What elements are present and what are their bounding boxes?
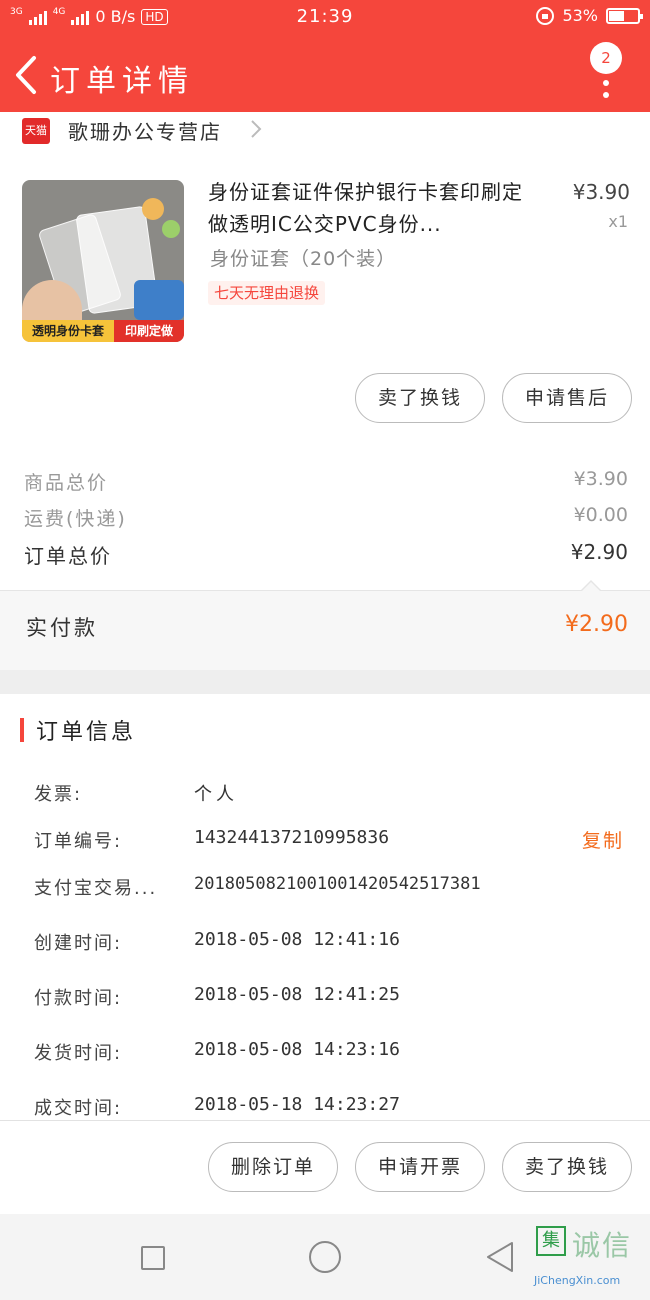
more-dot-icon bbox=[603, 80, 609, 86]
invoice-value: 个人 bbox=[194, 784, 238, 805]
alipay-trade-value: 2018050821001001420542517381 bbox=[194, 874, 481, 894]
after-sale-button[interactable]: 申请售后 bbox=[502, 373, 632, 423]
page-title: 订单详情 bbox=[50, 64, 194, 99]
created-time-label: 创建时间: bbox=[34, 933, 123, 954]
copy-order-number-button[interactable]: 复制 bbox=[582, 826, 624, 853]
completed-time-label: 成交时间: bbox=[34, 1098, 123, 1119]
product-image-band-right: 印刷定做 bbox=[114, 320, 184, 342]
paid-value: ¥2.90 bbox=[565, 612, 628, 637]
more-menu-button[interactable]: 2 bbox=[588, 42, 624, 102]
top-bar: 3G 4G 0 B/s HD 21:39 53% 订单详情 2 bbox=[0, 0, 650, 118]
chevron-right-icon bbox=[251, 120, 262, 138]
order-info-title: 订单信息 bbox=[36, 720, 137, 745]
back-arrow-icon[interactable] bbox=[12, 54, 42, 96]
shipped-time-label: 发货时间: bbox=[34, 1043, 123, 1064]
more-dot-icon bbox=[603, 92, 609, 98]
paid-time-label: 付款时间: bbox=[34, 988, 123, 1009]
battery-fill bbox=[609, 10, 624, 21]
product-price: ¥3.90 bbox=[572, 180, 630, 204]
request-invoice-button[interactable]: 申请开票 bbox=[355, 1142, 485, 1192]
section-accent-bar bbox=[20, 718, 24, 742]
store-row[interactable]: 天猫 歌珊办公专营店 bbox=[0, 112, 650, 148]
paid-time-value: 2018-05-08 12:41:25 bbox=[194, 984, 400, 1005]
home-icon[interactable] bbox=[309, 1241, 341, 1273]
sell-item-button[interactable]: 卖了换钱 bbox=[355, 373, 485, 423]
system-nav-bar: 集 诚信 JiChengXin.com bbox=[0, 1214, 650, 1300]
battery-percent: 53% bbox=[562, 6, 598, 25]
product-sku: 身份证套（20个装） bbox=[210, 248, 397, 270]
product-image-ball bbox=[162, 220, 180, 238]
section-divider bbox=[0, 670, 650, 694]
product-quantity: x1 bbox=[608, 212, 628, 231]
order-total-label: 订单总价 bbox=[24, 544, 112, 568]
status-right: 53% bbox=[536, 6, 643, 25]
goods-total-value: ¥3.90 bbox=[573, 468, 628, 490]
message-badge: 2 bbox=[590, 42, 622, 74]
paid-notch-inner bbox=[581, 582, 601, 592]
sell-order-button[interactable]: 卖了换钱 bbox=[502, 1142, 632, 1192]
back-triangle-icon[interactable] bbox=[484, 1240, 516, 1274]
product-title[interactable]: 身份证套证件保护银行卡套印刷定做透明IC公交PVC身份... bbox=[208, 176, 543, 240]
battery-icon bbox=[606, 7, 643, 24]
watermark-logo: 集 bbox=[536, 1226, 566, 1256]
order-number-value: 143244137210995836 bbox=[194, 827, 390, 848]
store-name: 歌珊办公专营店 bbox=[68, 120, 222, 144]
rotation-lock-icon bbox=[536, 6, 555, 25]
status-bar: 3G 4G 0 B/s HD 21:39 53% bbox=[0, 0, 650, 34]
shipping-value: ¥0.00 bbox=[573, 504, 628, 526]
delete-order-button[interactable]: 删除订单 bbox=[208, 1142, 338, 1192]
order-number-label: 订单编号: bbox=[34, 831, 123, 852]
alipay-trade-label: 支付宝交易... bbox=[34, 878, 158, 899]
order-total-value: ¥2.90 bbox=[570, 540, 628, 564]
product-image-band-left: 透明身份卡套 bbox=[22, 320, 114, 342]
created-time-value: 2018-05-08 12:41:16 bbox=[194, 929, 400, 950]
goods-total-label: 商品总价 bbox=[24, 472, 109, 494]
watermark: 集 诚信 JiChengXin.com bbox=[534, 1222, 644, 1294]
return-policy-tag: 七天无理由退换 bbox=[208, 281, 326, 305]
bottom-action-bar: 删除订单 申请开票 卖了换钱 bbox=[0, 1120, 650, 1214]
completed-time-value: 2018-05-18 14:23:27 bbox=[194, 1094, 400, 1115]
invoice-label: 发票: bbox=[34, 784, 83, 805]
watermark-text: 诚信 bbox=[572, 1229, 633, 1262]
tmall-logo: 天猫 bbox=[22, 118, 50, 144]
product-image-card bbox=[134, 280, 184, 320]
recent-apps-icon[interactable] bbox=[141, 1246, 165, 1270]
shipped-time-value: 2018-05-08 14:23:16 bbox=[194, 1039, 400, 1060]
paid-label: 实付款 bbox=[26, 616, 98, 640]
product-image-ball bbox=[142, 198, 164, 220]
product-image[interactable]: 透明身份卡套 印刷定做 bbox=[22, 180, 184, 342]
header: 订单详情 2 bbox=[0, 34, 650, 118]
watermark-url: JiChengXin.com bbox=[534, 1274, 621, 1287]
shipping-label: 运费(快递) bbox=[24, 508, 127, 530]
